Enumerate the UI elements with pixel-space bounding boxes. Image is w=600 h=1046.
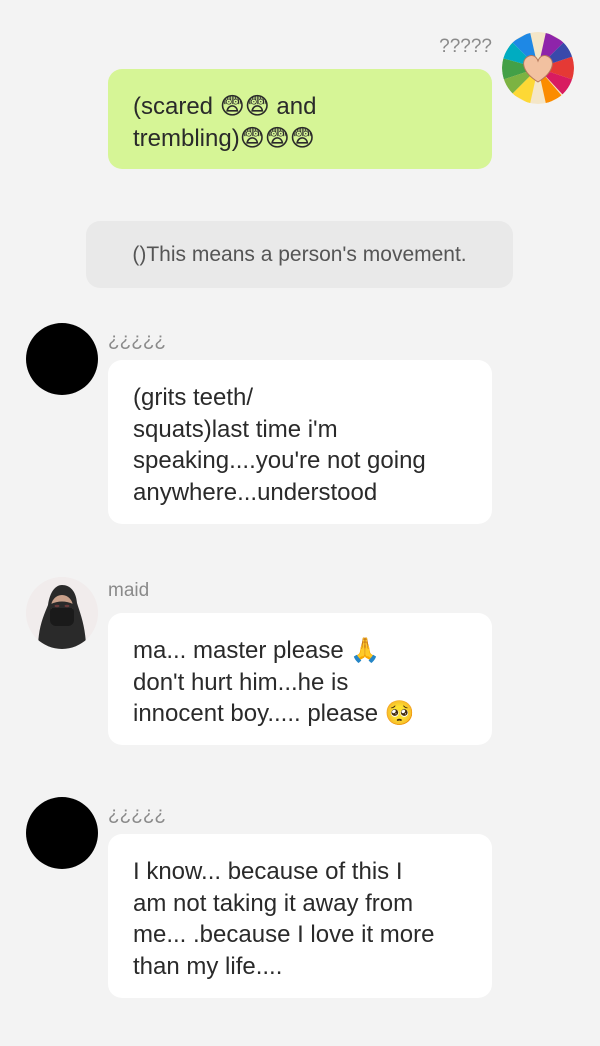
hijab-woman-avatar-icon[interactable] [26,577,98,649]
incoming-message-bubble[interactable]: (grits teeth/ squats)last time i'm speak… [108,360,492,524]
outgoing-message-bubble[interactable]: (scared 😨😨 and trembling)😨😨😨 [108,69,492,169]
incoming-message-bubble[interactable]: I know... because of this I am not takin… [108,834,492,998]
sender-name: ¿¿¿¿¿ [108,804,167,825]
sender-avatar[interactable] [26,797,98,869]
system-notice-text: ()This means a person's movement. [132,242,467,266]
sender-name: ¿¿¿¿¿ [108,330,167,351]
incoming-message-bubble[interactable]: ma... master please 🙏 don't hurt him...h… [108,613,492,745]
sender-name: maid [108,580,150,601]
pencils-heart-avatar-icon[interactable] [502,32,574,104]
sender-avatar[interactable] [26,323,98,395]
chat-thread: ????? (scared 😨😨 and trembling)😨😨😨 ()Thi… [0,0,600,1046]
system-notice: ()This means a person's movement. [86,221,513,288]
sender-name: ????? [439,36,492,57]
